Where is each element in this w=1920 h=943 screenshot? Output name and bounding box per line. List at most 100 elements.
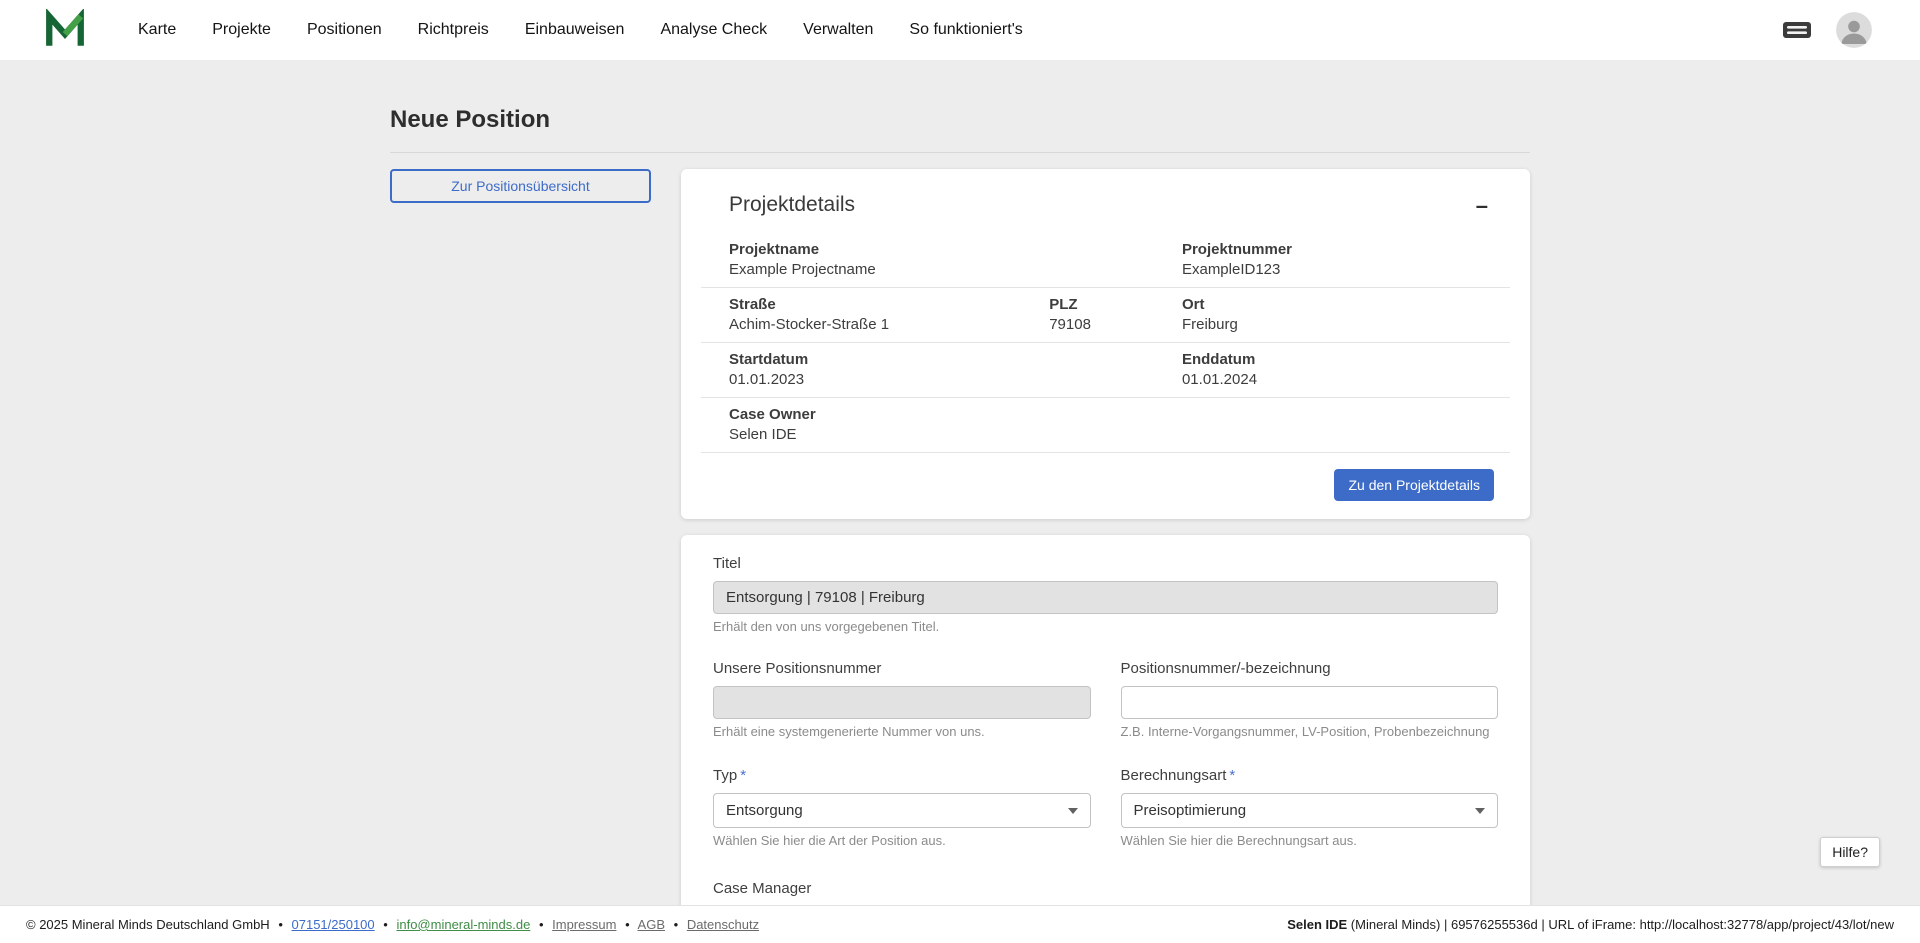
titel-group: Titel Erhält den von uns vorgegebenen Ti… bbox=[713, 555, 1498, 634]
footer-right: Selen IDE (Mineral Minds) | 69576255536d… bbox=[1287, 917, 1894, 932]
field-label: Case Owner bbox=[729, 406, 1049, 423]
type-calculation-row: Typ* Entsorgung Wählen Sie hier die Art … bbox=[713, 767, 1498, 848]
berechnungsart-select[interactable]: Preisoptimierung bbox=[1121, 793, 1499, 828]
titel-input bbox=[713, 581, 1498, 614]
separator-dot: • bbox=[539, 917, 544, 932]
project-row-dates: Startdatum 01.01.2023 Enddatum 01.01.202… bbox=[701, 343, 1510, 398]
server-icon[interactable] bbox=[1782, 19, 1812, 41]
page-title: Neue Position bbox=[390, 106, 1530, 134]
nav-item-positionen[interactable]: Positionen bbox=[307, 21, 382, 39]
logo-m-icon bbox=[44, 9, 86, 51]
field-value: ExampleID123 bbox=[1182, 261, 1510, 278]
our-position-number-helper: Erhält eine systemgenerierte Nummer von … bbox=[713, 724, 1091, 739]
new-position-form-card: Titel Erhält den von uns vorgegebenen Ti… bbox=[681, 535, 1530, 905]
server-stack-icon bbox=[1782, 19, 1812, 41]
mineral-minds-logo[interactable] bbox=[44, 9, 86, 51]
project-card-actions: Zu den Projektdetails bbox=[701, 453, 1510, 501]
field-label: PLZ bbox=[1049, 296, 1182, 313]
field-plz: PLZ 79108 bbox=[1049, 296, 1182, 333]
user-avatar[interactable] bbox=[1836, 12, 1872, 48]
field-value: 79108 bbox=[1049, 316, 1182, 333]
typ-label-text: Typ bbox=[713, 767, 737, 784]
berechnungsart-helper: Wählen Sie hier die Berechnungsart aus. bbox=[1121, 833, 1499, 848]
project-card-title: Projektdetails bbox=[729, 193, 855, 217]
project-row-owner: Case Owner Selen IDE bbox=[701, 398, 1510, 453]
phone-link[interactable]: 07151/250100 bbox=[292, 917, 375, 932]
footer-user-name: Selen IDE bbox=[1287, 917, 1347, 932]
field-value: Freiburg bbox=[1182, 316, 1510, 333]
chevron-down-icon bbox=[1068, 808, 1078, 814]
right-column: Projektdetails – Projektname Example Pro… bbox=[681, 169, 1530, 905]
go-to-project-details-button[interactable]: Zu den Projektdetails bbox=[1334, 469, 1494, 501]
field-strasse: Straße Achim-Stocker-Straße 1 bbox=[729, 296, 1049, 333]
case-manager-label: Case Manager bbox=[713, 880, 1498, 898]
separator-dot: • bbox=[278, 917, 283, 932]
field-value: Example Projectname bbox=[729, 261, 1049, 278]
typ-group: Typ* Entsorgung Wählen Sie hier die Art … bbox=[713, 767, 1091, 848]
agb-link[interactable]: AGB bbox=[638, 917, 665, 932]
field-case-owner: Case Owner Selen IDE bbox=[729, 406, 1049, 443]
nav-item-so-funktionierts[interactable]: So funktioniert's bbox=[909, 21, 1022, 39]
nav-item-karte[interactable]: Karte bbox=[138, 21, 176, 39]
nav-item-projekte[interactable]: Projekte bbox=[212, 21, 271, 39]
our-position-number-label: Unsere Positionsnummer bbox=[713, 660, 1091, 678]
our-position-number-group: Unsere Positionsnummer Erhält eine syste… bbox=[713, 660, 1091, 739]
chevron-down-icon bbox=[1475, 808, 1485, 814]
main-nav: Karte Projekte Positionen Richtpreis Ein… bbox=[138, 21, 1059, 39]
project-field-rows: Projektname Example Projectname Projektn… bbox=[701, 233, 1510, 453]
required-asterisk: * bbox=[1229, 767, 1235, 784]
footer-left: © 2025 Mineral Minds Deutschland GmbH • … bbox=[26, 917, 759, 932]
field-ort: Ort Freiburg bbox=[1182, 296, 1510, 333]
content-row: Zur Positionsübersicht Projektdetails – … bbox=[390, 169, 1530, 905]
avatar bbox=[1836, 12, 1872, 48]
required-asterisk: * bbox=[740, 767, 746, 784]
typ-select-value: Entsorgung bbox=[726, 802, 803, 819]
nav-item-einbauweisen[interactable]: Einbauweisen bbox=[525, 21, 625, 39]
field-label: Enddatum bbox=[1182, 351, 1510, 368]
titel-label: Titel bbox=[713, 555, 1498, 573]
footer-session-info: (Mineral Minds) | 69576255536d | URL of … bbox=[1347, 917, 1894, 932]
left-column: Zur Positionsübersicht bbox=[390, 169, 651, 203]
navbar-right bbox=[1782, 12, 1872, 48]
nav-item-verwalten[interactable]: Verwalten bbox=[803, 21, 873, 39]
field-label: Projektname bbox=[729, 241, 1049, 258]
position-number-input[interactable] bbox=[1121, 686, 1499, 719]
berechnungsart-select-value: Preisoptimierung bbox=[1134, 802, 1247, 819]
impressum-link[interactable]: Impressum bbox=[552, 917, 616, 932]
nav-item-richtpreis[interactable]: Richtpreis bbox=[418, 21, 489, 39]
separator-dot: • bbox=[625, 917, 630, 932]
case-manager-group: Case Manager bbox=[713, 880, 1498, 905]
project-card-header: Projektdetails – bbox=[701, 193, 1510, 219]
datenschutz-link[interactable]: Datenschutz bbox=[687, 917, 759, 932]
help-button[interactable]: Hilfe? bbox=[1820, 837, 1880, 867]
collapse-card-button[interactable]: – bbox=[1472, 193, 1492, 219]
content-container: Neue Position Zur Positionsübersicht Pro… bbox=[390, 60, 1530, 905]
email-link[interactable]: info@mineral-minds.de bbox=[396, 917, 530, 932]
back-to-positions-button[interactable]: Zur Positionsübersicht bbox=[390, 169, 651, 203]
project-details-card: Projektdetails – Projektname Example Pro… bbox=[681, 169, 1530, 519]
top-navbar: Karte Projekte Positionen Richtpreis Ein… bbox=[0, 0, 1920, 60]
nav-item-analyse-check[interactable]: Analyse Check bbox=[660, 21, 767, 39]
separator-dot: • bbox=[383, 917, 388, 932]
titel-helper: Erhält den von uns vorgegebenen Titel. bbox=[713, 619, 1498, 634]
field-value: 01.01.2024 bbox=[1182, 371, 1510, 388]
field-label: Ort bbox=[1182, 296, 1510, 313]
berechnungsart-label-text: Berechnungsart bbox=[1121, 767, 1227, 784]
person-icon bbox=[1836, 12, 1872, 48]
project-row-address: Straße Achim-Stocker-Straße 1 PLZ 79108 … bbox=[701, 288, 1510, 343]
position-number-label: Positionsnummer/-bezeichnung bbox=[1121, 660, 1499, 678]
project-row-name: Projektname Example Projectname Projektn… bbox=[701, 233, 1510, 288]
field-value: Achim-Stocker-Straße 1 bbox=[729, 316, 1049, 333]
field-label: Straße bbox=[729, 296, 1049, 313]
position-number-helper: Z.B. Interne-Vorgangsnummer, LV-Position… bbox=[1121, 724, 1499, 739]
field-value: 01.01.2023 bbox=[729, 371, 1049, 388]
berechnungsart-label: Berechnungsart* bbox=[1121, 767, 1499, 785]
field-value: Selen IDE bbox=[729, 426, 1049, 443]
field-projektnummer: Projektnummer ExampleID123 bbox=[1182, 241, 1510, 278]
typ-select[interactable]: Entsorgung bbox=[713, 793, 1091, 828]
position-number-group: Positionsnummer/-bezeichnung Z.B. Intern… bbox=[1121, 660, 1499, 739]
copyright-text: © 2025 Mineral Minds Deutschland GmbH bbox=[26, 917, 270, 932]
field-startdatum: Startdatum 01.01.2023 bbox=[729, 351, 1049, 388]
field-enddatum: Enddatum 01.01.2024 bbox=[1182, 351, 1510, 388]
field-label: Projektnummer bbox=[1182, 241, 1510, 258]
